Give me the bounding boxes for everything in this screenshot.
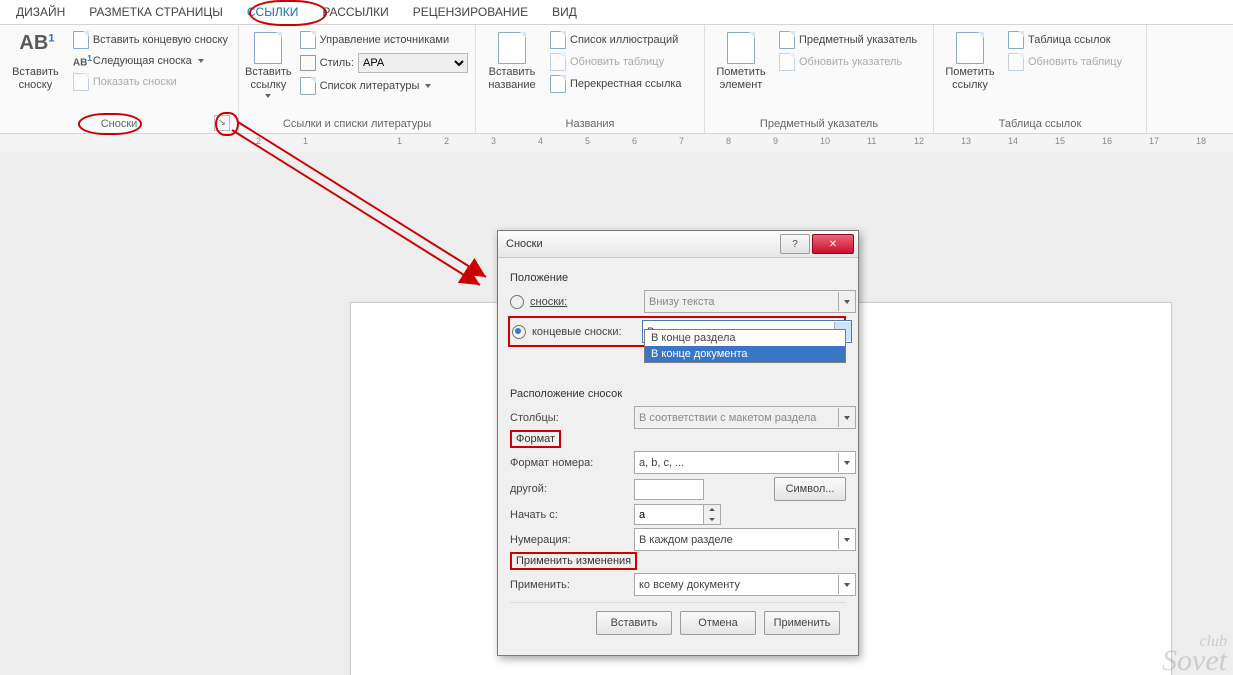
bibliography-button[interactable]: Список литературы — [296, 76, 472, 96]
update-index-icon — [779, 53, 795, 71]
footnotes-radio[interactable] — [510, 295, 524, 309]
mark-entry-button[interactable]: Пометить элемент — [711, 28, 771, 116]
group-footnotes: AB1 Вставить сноску Вставить концевую сн… — [0, 25, 239, 133]
apply-to-label: Применить: — [510, 579, 628, 591]
mark-citation-button[interactable]: Пометить ссылку — [940, 28, 1000, 116]
insert-footnote-button[interactable]: AB1 Вставить сноску — [6, 28, 65, 116]
next-footnote-button[interactable]: AB1 Следующая сноска — [69, 52, 232, 70]
spin-up[interactable] — [704, 505, 720, 515]
manage-sources-button[interactable]: Управление источниками — [296, 30, 472, 50]
update-toa-icon — [1008, 53, 1024, 71]
style-dropdown[interactable]: APA — [358, 53, 468, 73]
insert-toa-button[interactable]: Таблица ссылок — [1004, 30, 1126, 50]
caption-icon — [498, 32, 526, 64]
insert-endnote-button[interactable]: Вставить концевую сноску — [69, 30, 232, 50]
index-icon — [779, 31, 795, 49]
cross-reference-button[interactable]: Перекрестная ссылка — [546, 74, 686, 94]
group-captions-title: Названия — [482, 116, 698, 133]
update-tof-button[interactable]: Обновить таблицу — [546, 52, 686, 72]
group-index: Пометить элемент Предметный указатель Об… — [705, 25, 934, 133]
tab-review[interactable]: РЕЦЕНЗИРОВАНИЕ — [401, 2, 540, 23]
start-at-spinner[interactable] — [634, 504, 721, 525]
layout-section-label: Расположение сносок — [510, 388, 846, 400]
numbering-label: Нумерация: — [510, 534, 628, 546]
tab-references[interactable]: ССЫЛКИ — [235, 2, 310, 23]
group-toa-title: Таблица ссылок — [940, 116, 1140, 133]
show-notes-button[interactable]: Показать сноски — [69, 72, 232, 92]
symbol-button[interactable]: Символ... — [774, 477, 846, 501]
show-notes-icon — [73, 73, 89, 91]
update-tof-icon — [550, 53, 566, 71]
close-button[interactable]: ✕ — [812, 234, 854, 254]
group-index-title: Предметный указатель — [711, 116, 927, 133]
group-citations: Вставить ссылку Управление источниками С… — [239, 25, 476, 133]
manage-sources-icon — [300, 31, 316, 49]
group-citations-title: Ссылки и списки литературы — [245, 116, 469, 133]
next-footnote-icon: AB1 — [73, 53, 89, 69]
number-format-label: Формат номера: — [510, 457, 628, 469]
update-toa-button[interactable]: Обновить таблицу — [1004, 52, 1126, 72]
dialog-titlebar[interactable]: Сноски ? ✕ — [498, 231, 858, 258]
bibliography-icon — [300, 77, 316, 95]
mark-entry-icon — [727, 32, 755, 64]
footnotes-launcher[interactable]: ↘ — [214, 115, 230, 131]
endnotes-label: концевые сноски: — [532, 326, 636, 338]
tof-icon — [550, 31, 566, 49]
columns-select: В соответствии с макетом раздела — [634, 406, 856, 429]
insert-citation-button[interactable]: Вставить ссылку — [245, 28, 292, 116]
insert-caption-button[interactable]: Вставить название — [482, 28, 542, 116]
tab-design[interactable]: ДИЗАЙН — [4, 2, 77, 23]
crossref-icon — [550, 75, 566, 93]
apply-to-select[interactable]: ко всему документу — [634, 573, 856, 596]
custom-mark-label: другой: — [510, 483, 628, 495]
group-captions: Вставить название Список иллюстраций Обн… — [476, 25, 705, 133]
tab-page-layout[interactable]: РАЗМЕТКА СТРАНИЦЫ — [77, 2, 235, 23]
number-format-select[interactable]: a, b, c, ... — [634, 451, 856, 474]
insert-index-button[interactable]: Предметный указатель — [775, 30, 921, 50]
dialog-title: Сноски — [506, 238, 778, 250]
update-index-button[interactable]: Обновить указатель — [775, 52, 921, 72]
help-button[interactable]: ? — [780, 234, 810, 254]
style-icon — [300, 55, 316, 71]
spin-down[interactable] — [704, 515, 720, 525]
columns-label: Столбцы: — [510, 412, 628, 424]
horizontal-ruler: 21123456789101112131415161718 — [0, 134, 1233, 153]
format-section-label: Формат — [510, 433, 846, 445]
endnote-icon — [73, 31, 89, 49]
endnotes-option-section[interactable]: В конце раздела — [645, 330, 845, 346]
group-toa: Пометить ссылку Таблица ссылок Обновить … — [934, 25, 1147, 133]
table-of-figures-button[interactable]: Список иллюстраций — [546, 30, 686, 50]
mark-citation-icon — [956, 32, 984, 64]
apply-section-label: Применить изменения — [510, 555, 846, 567]
footnote-icon: AB1 — [19, 32, 51, 64]
footnotes-label: сноски: — [530, 296, 638, 308]
start-at-label: Начать с: — [510, 509, 628, 521]
position-section-label: Положение — [510, 272, 846, 284]
footnote-dialog: Сноски ? ✕ Положение сноски: Внизу текст… — [497, 230, 859, 656]
citation-icon — [254, 32, 282, 64]
cancel-button[interactable]: Отмена — [680, 611, 756, 635]
endnotes-radio[interactable] — [512, 325, 526, 339]
numbering-select[interactable]: В каждом разделе — [634, 528, 856, 551]
group-footnotes-title: Сноски ↘ — [6, 116, 232, 133]
tab-mailings[interactable]: РАССЫЛКИ — [310, 2, 400, 23]
insert-button[interactable]: Вставить — [596, 611, 672, 635]
tab-view[interactable]: ВИД — [540, 2, 589, 23]
ribbon-tabs: ДИЗАЙН РАЗМЕТКА СТРАНИЦЫ ССЫЛКИ РАССЫЛКИ… — [0, 0, 1233, 25]
apply-button[interactable]: Применить — [764, 611, 840, 635]
footnotes-location-select: Внизу текста — [644, 290, 856, 313]
ribbon: AB1 Вставить сноску Вставить концевую сн… — [0, 25, 1233, 134]
endnotes-dropdown-list: В конце раздела В конце документа — [644, 329, 846, 363]
toa-icon — [1008, 31, 1024, 49]
endnotes-option-document[interactable]: В конце документа — [645, 346, 845, 362]
citation-style-select[interactable]: Стиль: APA — [296, 52, 472, 74]
start-at-input[interactable] — [634, 504, 703, 525]
custom-mark-input[interactable] — [634, 479, 704, 500]
